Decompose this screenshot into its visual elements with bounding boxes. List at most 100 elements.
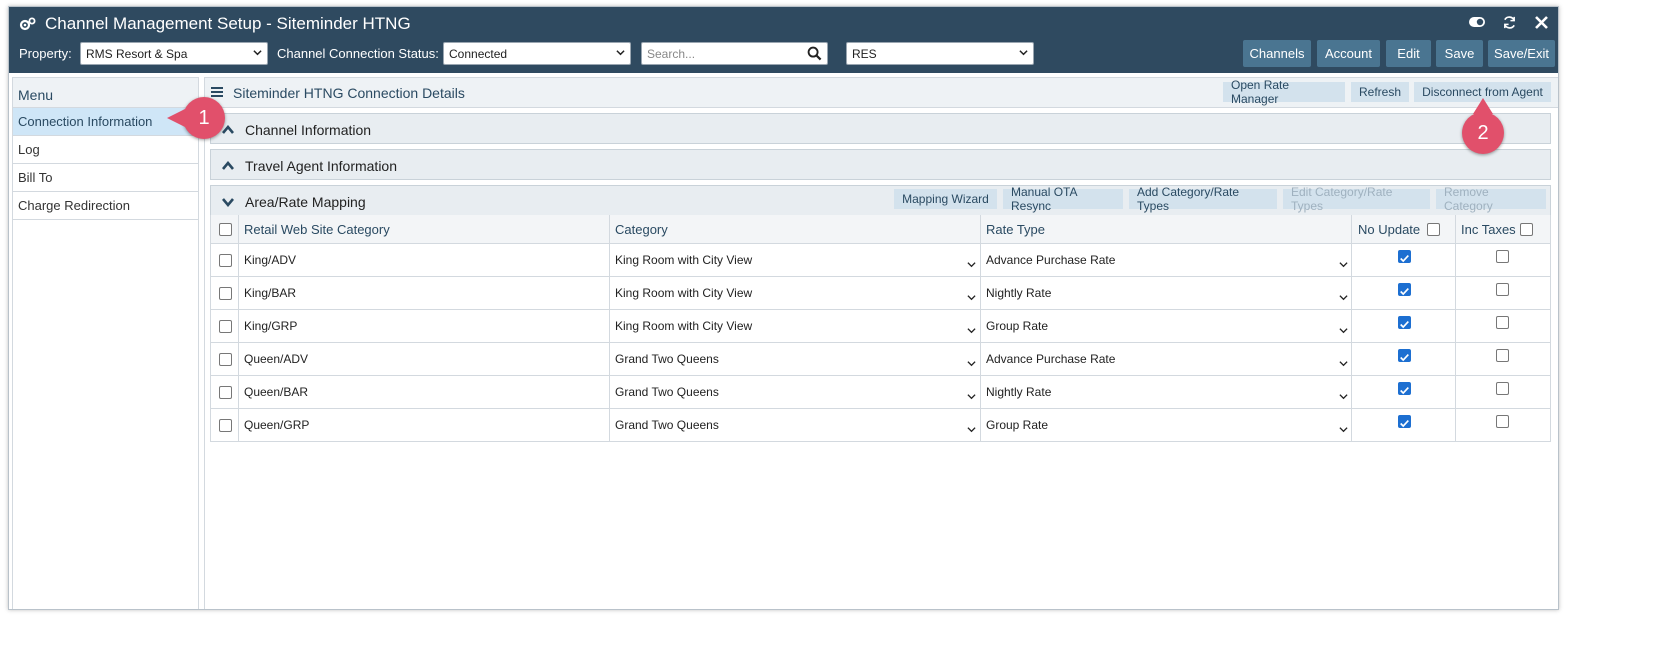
search-input[interactable]: Search... bbox=[641, 42, 828, 65]
connection-status-select[interactable]: Connected bbox=[443, 42, 631, 65]
travel-agent-information-section[interactable]: Travel Agent Information bbox=[210, 149, 1551, 180]
chevron-down-icon[interactable] bbox=[967, 322, 976, 334]
row-select-checkbox[interactable] bbox=[219, 353, 232, 366]
section-title: Channel Information bbox=[245, 122, 372, 138]
save-button[interactable]: Save bbox=[1436, 40, 1483, 67]
chevron-down-icon[interactable] bbox=[1339, 289, 1348, 301]
row-select-checkbox[interactable] bbox=[219, 287, 232, 300]
close-icon[interactable] bbox=[1532, 13, 1550, 31]
refresh-icon[interactable] bbox=[1500, 13, 1518, 31]
chevron-down-icon[interactable] bbox=[1339, 421, 1348, 433]
account-button[interactable]: Account bbox=[1317, 40, 1380, 67]
no-update-checkbox[interactable] bbox=[1398, 316, 1411, 329]
column-divider bbox=[1455, 244, 1456, 277]
column-divider bbox=[238, 215, 239, 244]
manual-ota-resync-button[interactable]: Manual OTA Resync bbox=[1003, 185, 1123, 213]
rate-type-select[interactable]: Group Rate bbox=[986, 418, 1048, 432]
mapping-wizard-button[interactable]: Mapping Wizard bbox=[894, 189, 997, 209]
sidebar-title: Menu bbox=[13, 78, 198, 108]
retail-category-cell: King/BAR bbox=[244, 286, 297, 300]
edit-category-rate-types-button[interactable]: Edit Category/Rate Types bbox=[1283, 185, 1430, 213]
channels-button[interactable]: Channels bbox=[1243, 40, 1311, 67]
edit-button[interactable]: Edit bbox=[1386, 40, 1431, 67]
table-row[interactable]: King/BAR King Room with City View Nightly … bbox=[210, 277, 1551, 310]
no-update-checkbox[interactable] bbox=[1398, 250, 1411, 263]
no-update-checkbox[interactable] bbox=[1398, 415, 1411, 428]
refresh-button[interactable]: Refresh bbox=[1351, 82, 1409, 102]
column-header-rate-type[interactable]: Rate Type bbox=[986, 222, 1045, 237]
no-update-checkbox[interactable] bbox=[1398, 349, 1411, 362]
rate-type-select[interactable]: Advance Purchase Rate bbox=[986, 352, 1115, 366]
select-all-checkbox[interactable] bbox=[219, 223, 232, 236]
inc-taxes-checkbox[interactable] bbox=[1496, 316, 1509, 329]
rate-type-select[interactable]: Nightly Rate bbox=[986, 385, 1051, 399]
row-select-checkbox[interactable] bbox=[219, 320, 232, 333]
annotation-number: 2 bbox=[1477, 121, 1489, 144]
row-select-checkbox[interactable] bbox=[219, 254, 232, 267]
no-update-all-checkbox[interactable] bbox=[1427, 223, 1440, 236]
main-header: Siteminder HTNG Connection Details Open … bbox=[205, 78, 1558, 108]
chevron-down-icon[interactable] bbox=[1339, 388, 1348, 400]
column-divider bbox=[609, 343, 610, 376]
app-window: Channel Management Setup - Siteminder HT… bbox=[8, 6, 1559, 610]
column-header-retail-category[interactable]: Retail Web Site Category bbox=[244, 222, 390, 237]
column-divider bbox=[1455, 376, 1456, 409]
category-select[interactable]: King Room with City View bbox=[615, 319, 752, 333]
rate-type-select[interactable]: Advance Purchase Rate bbox=[986, 253, 1115, 267]
rate-type-select[interactable]: Group Rate bbox=[986, 319, 1048, 333]
toggle-icon[interactable] bbox=[1468, 13, 1486, 31]
inc-taxes-all-checkbox[interactable] bbox=[1520, 223, 1533, 236]
category-select[interactable]: Grand Two Queens bbox=[615, 418, 719, 432]
chevron-down-icon[interactable] bbox=[1339, 322, 1348, 334]
chevron-down-icon[interactable] bbox=[967, 289, 976, 301]
chevron-down-icon[interactable] bbox=[967, 256, 976, 268]
res-select[interactable]: RES bbox=[846, 42, 1034, 65]
remove-category-button[interactable]: Remove Category bbox=[1436, 185, 1546, 213]
chevron-down-icon bbox=[222, 198, 234, 207]
column-divider bbox=[980, 215, 981, 244]
chevron-down-icon[interactable] bbox=[967, 388, 976, 400]
row-select-checkbox[interactable] bbox=[219, 419, 232, 432]
no-update-checkbox[interactable] bbox=[1398, 382, 1411, 395]
column-divider bbox=[609, 310, 610, 343]
table-row[interactable]: King/GRP King Room with City View Group Ra… bbox=[210, 310, 1551, 343]
sidebar-item-log[interactable]: Log bbox=[13, 136, 198, 164]
area-rate-mapping-section[interactable]: Area/Rate Mapping Mapping Wizard Manual … bbox=[210, 185, 1551, 216]
column-header-no-update[interactable]: No Update bbox=[1358, 222, 1420, 237]
inc-taxes-checkbox[interactable] bbox=[1496, 250, 1509, 263]
inc-taxes-checkbox[interactable] bbox=[1496, 349, 1509, 362]
annotation-marker-1: 1 bbox=[183, 97, 225, 139]
search-icon[interactable] bbox=[807, 46, 822, 61]
inc-taxes-checkbox[interactable] bbox=[1496, 382, 1509, 395]
save-exit-button[interactable]: Save/Exit bbox=[1488, 40, 1555, 67]
table-row[interactable]: King/ADV King Room with City View Advance … bbox=[210, 244, 1551, 277]
chevron-down-icon[interactable] bbox=[967, 355, 976, 367]
sidebar-item-charge-redirection[interactable]: Charge Redirection bbox=[13, 192, 198, 220]
inc-taxes-checkbox[interactable] bbox=[1496, 283, 1509, 296]
category-select[interactable]: Grand Two Queens bbox=[615, 385, 719, 399]
column-divider bbox=[1351, 215, 1352, 244]
category-select[interactable]: King Room with City View bbox=[615, 253, 752, 267]
rate-type-select[interactable]: Nightly Rate bbox=[986, 286, 1051, 300]
column-divider bbox=[1351, 409, 1352, 442]
table-row[interactable]: Queen/BAR Grand Two Queens Nightly Rate bbox=[210, 376, 1551, 409]
chevron-down-icon[interactable] bbox=[1339, 256, 1348, 268]
section-title: Area/Rate Mapping bbox=[245, 194, 366, 210]
open-rate-manager-button[interactable]: Open Rate Manager bbox=[1223, 78, 1345, 106]
category-select[interactable]: Grand Two Queens bbox=[615, 352, 719, 366]
chevron-down-icon[interactable] bbox=[967, 421, 976, 433]
hamburger-icon[interactable] bbox=[211, 87, 223, 97]
channel-information-section[interactable]: Channel Information bbox=[210, 113, 1551, 144]
column-header-category[interactable]: Category bbox=[615, 222, 668, 237]
column-header-inc-taxes[interactable]: Inc Taxes bbox=[1461, 222, 1516, 237]
row-select-checkbox[interactable] bbox=[219, 386, 232, 399]
chevron-down-icon[interactable] bbox=[1339, 355, 1348, 367]
no-update-checkbox[interactable] bbox=[1398, 283, 1411, 296]
table-row[interactable]: Queen/ADV Grand Two Queens Advance Purchas… bbox=[210, 343, 1551, 376]
add-category-rate-types-button[interactable]: Add Category/Rate Types bbox=[1129, 185, 1277, 213]
category-select[interactable]: King Room with City View bbox=[615, 286, 752, 300]
table-row[interactable]: Queen/GRP Grand Two Queens Group Rate bbox=[210, 409, 1551, 442]
property-select[interactable]: RMS Resort & Spa bbox=[80, 42, 268, 65]
inc-taxes-checkbox[interactable] bbox=[1496, 415, 1509, 428]
sidebar-item-bill-to[interactable]: Bill To bbox=[13, 164, 198, 192]
